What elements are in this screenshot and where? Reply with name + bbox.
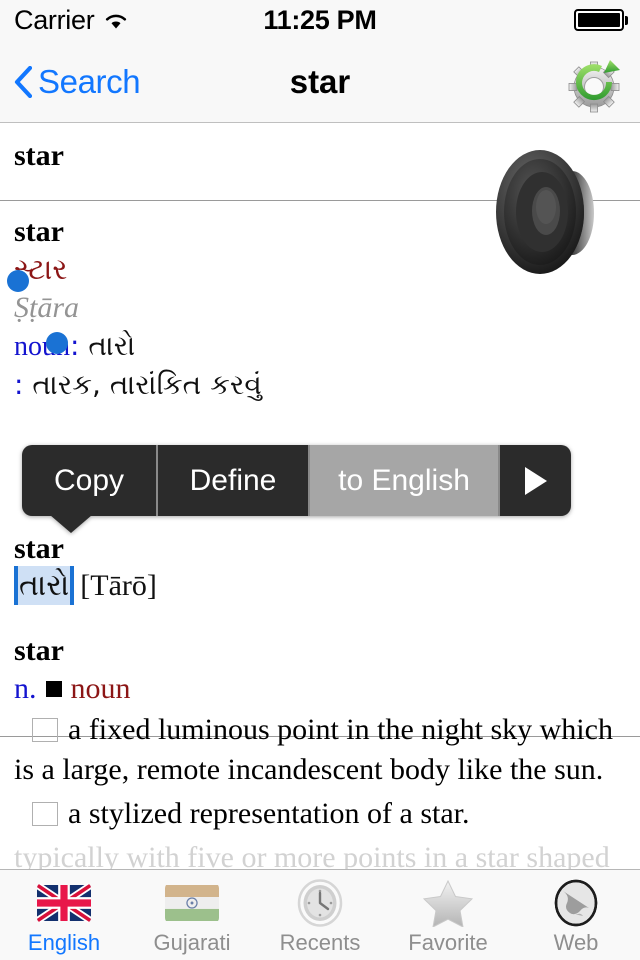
tab-favorite[interactable]: Favorite: [384, 870, 512, 960]
battery-icon: [574, 9, 628, 31]
pos-bullet-icon: [45, 681, 62, 697]
menu-item-to-english[interactable]: to English: [310, 445, 500, 516]
definition-text: typically with five or more points in a …: [14, 840, 610, 869]
text-selection-menu[interactable]: Copy Define to English: [22, 445, 571, 533]
tab-web[interactable]: Web: [512, 870, 640, 960]
definition-bullet-icon: [32, 718, 58, 742]
triangle-right-icon: [524, 466, 547, 495]
app-screen: Carrier 11:25 PM Search star star star સ…: [0, 0, 640, 960]
menu-pointer: [50, 515, 92, 533]
globe-icon: [549, 879, 603, 926]
definition-item: a stylized representation of a star.: [14, 794, 626, 834]
status-time: 11:25 PM: [263, 4, 377, 35]
tab-label: Favorite: [408, 929, 488, 955]
menu-more-button[interactable]: [500, 445, 571, 516]
star-icon: [421, 879, 475, 927]
definition-item: typically with five or more points in a …: [14, 838, 626, 869]
english-pos-line: n. noun: [14, 672, 626, 706]
entry-selection: star તારો [Tārō]: [0, 512, 640, 737]
page-title: star: [289, 62, 351, 100]
entry-english: star n. noun a fixed luminous point in t…: [0, 634, 640, 869]
speaker-icon[interactable]: [494, 145, 604, 280]
definition-bullet-icon: [32, 801, 58, 826]
definition-text: a stylized representation of a star.: [68, 796, 470, 830]
tab-label: Web: [553, 929, 599, 955]
guj-pos-colon: :: [70, 329, 80, 363]
definition-text: a fixed luminous point in the night sky …: [14, 713, 613, 786]
definition-item: a fixed luminous point in the night sky …: [14, 710, 626, 790]
guj-pos-value: તારો: [88, 329, 136, 363]
navigation-bar: Search star: [0, 40, 640, 123]
guj-sense-value: તારક, તારાંકિત કરવું: [32, 368, 262, 402]
tab-label: Recents: [279, 929, 361, 955]
guj-pos-line: noun: તારો: [14, 327, 626, 366]
tab-label: English: [27, 929, 101, 955]
clock-icon: [293, 878, 347, 927]
menu-item-copy[interactable]: Copy: [22, 445, 158, 516]
selection-handle-start[interactable]: [7, 270, 29, 292]
tab-gujarati[interactable]: Gujarati: [128, 870, 256, 960]
status-bar: Carrier 11:25 PM: [0, 0, 640, 40]
india-flag-icon: [165, 880, 219, 926]
selection-headword: star: [14, 532, 64, 565]
guj-transliteration: Ṣṭāra: [14, 291, 80, 325]
uk-flag-icon: [37, 880, 91, 926]
selection-line[interactable]: તારો [Tārō]: [14, 566, 626, 605]
guj-sense-line: : તારક, તારાંકિત કરવું: [14, 366, 626, 404]
menu-item-define[interactable]: Define: [158, 445, 310, 516]
pos-full-label: noun: [70, 672, 131, 705]
tab-english[interactable]: English: [0, 870, 128, 960]
tab-bar: English Gujarati Recents Favorite Web: [0, 869, 640, 960]
tab-recents[interactable]: Recents: [256, 870, 384, 960]
pos-abbreviation: n.: [14, 672, 37, 705]
selection-transliteration: [Tārō]: [80, 569, 157, 602]
gear-sync-icon[interactable]: [566, 58, 626, 114]
tab-label: Gujarati: [153, 929, 231, 955]
english-headword: star: [14, 634, 64, 667]
guj-sense-colon: :: [14, 368, 24, 402]
selected-text[interactable]: તારો: [14, 566, 75, 605]
selection-handle-end[interactable]: [46, 332, 68, 354]
